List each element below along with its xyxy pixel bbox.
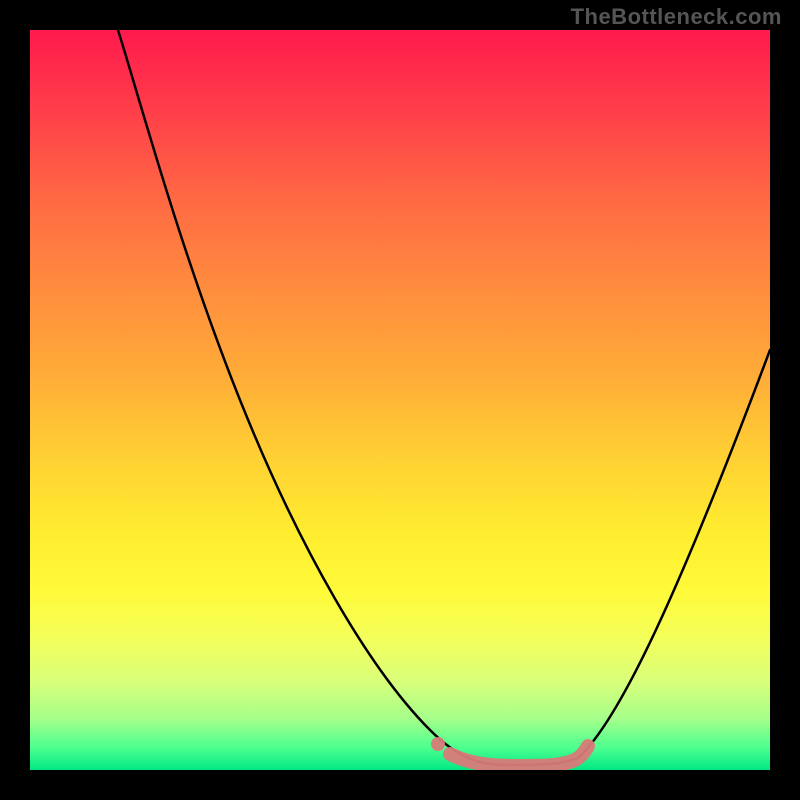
figure-frame: TheBottleneck.com bbox=[0, 0, 800, 800]
optimal-range-highlight bbox=[450, 746, 588, 766]
optimal-range-start-dot bbox=[431, 737, 445, 751]
curve-layer bbox=[30, 30, 770, 770]
plot-area bbox=[30, 30, 770, 770]
bottleneck-curve-path bbox=[118, 30, 770, 765]
watermark-text: TheBottleneck.com bbox=[571, 4, 782, 30]
